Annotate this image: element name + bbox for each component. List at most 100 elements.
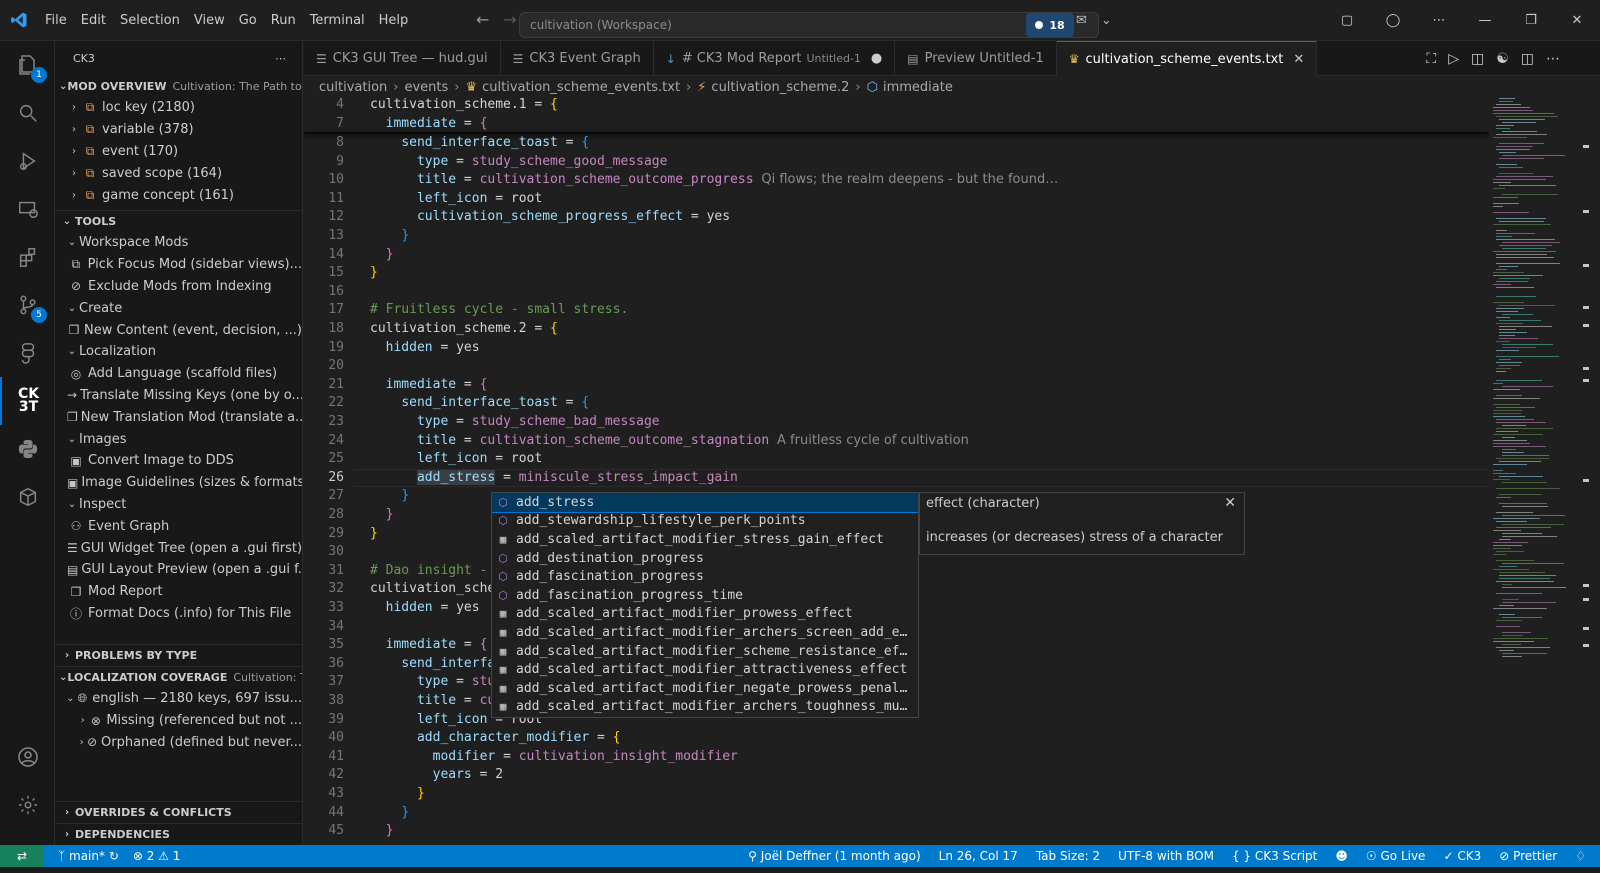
code-line[interactable]: 40 add_character_modifier = { <box>304 729 1489 748</box>
code-line[interactable]: 26 add_stress = miniscule_stress_impact_… <box>304 468 1489 488</box>
code-line[interactable]: 25 left_icon = root <box>304 450 1489 469</box>
tools-group[interactable]: ⌄ Create <box>55 297 302 319</box>
code-line[interactable]: 18 cultivation_scheme.2 = { <box>304 320 1489 339</box>
source-control-icon[interactable]: 5 <box>0 281 55 329</box>
prettier-status[interactable]: ⊘ Prettier <box>1499 849 1557 863</box>
minimap[interactable] <box>1489 98 1600 845</box>
language-mode[interactable]: { } CK3 Script <box>1232 849 1317 863</box>
code-line[interactable]: 12 cultivation_scheme_progress_effect = … <box>304 208 1489 227</box>
breadcrumb-item[interactable]: cultivation_scheme_events.txt <box>482 80 680 95</box>
problems-status[interactable]: ⊗ 2 ⚠ 1 <box>133 849 181 863</box>
tab-gui-tree[interactable]: ☰ CK3 GUI Tree — hud.gui <box>304 41 501 76</box>
copilot-badge[interactable]: 18 <box>1026 13 1074 37</box>
suggestion-item[interactable]: ▦ add_scaled_artifact_modifier_prowess_ef… <box>492 605 918 624</box>
loc-missing-row[interactable]: › ⊗ Missing (referenced but not ... <box>55 710 302 732</box>
remote-explorer-icon[interactable] <box>0 185 55 233</box>
menu-item-selection[interactable]: Selection <box>113 0 187 41</box>
more-actions-icon[interactable]: ⋯ <box>275 52 286 65</box>
tools-item[interactable]: ▤ GUI Layout Preview (open a .gui f... <box>55 559 302 581</box>
run-icon[interactable]: ▷ <box>1448 51 1459 67</box>
copilot-status-icon[interactable]: ☻ <box>1335 849 1348 863</box>
overrides-header[interactable]: › OVERRIDES & CONFLICTS <box>55 801 302 823</box>
code-line[interactable]: 8 send_interface_toast = { <box>304 134 1489 153</box>
restore-icon[interactable]: ❐ <box>1508 13 1554 28</box>
code-line[interactable]: 41 modifier = cultivation_insight_modifi… <box>304 748 1489 767</box>
suggestion-item[interactable]: ▦ add_scaled_artifact_modifier_negate_pro… <box>492 679 918 698</box>
code-line[interactable]: 22 send_interface_toast = { <box>304 394 1489 413</box>
python-icon[interactable] <box>0 425 55 473</box>
tools-item[interactable]: ⚇ Event Graph <box>55 515 302 537</box>
code-line[interactable]: 45 } <box>304 822 1489 841</box>
tools-group[interactable]: ⌄ Localization <box>55 341 302 363</box>
breadcrumb-item[interactable]: cultivation_scheme.2 <box>711 80 849 95</box>
suggestion-item[interactable]: ▦ add_scaled_artifact_modifier_archers_sc… <box>492 623 918 642</box>
more-icon[interactable]: ⋯ <box>1416 13 1462 28</box>
mod-overview-item[interactable]: › ⧉ event (170) <box>55 141 302 163</box>
tools-item[interactable]: ⧉ Pick Focus Mod (sidebar views)... <box>55 254 302 276</box>
tools-item[interactable]: ☰ GUI Widget Tree (open a .gui first) <box>55 537 302 559</box>
account-icon[interactable] <box>0 733 55 781</box>
tab-cultivation-scheme-events[interactable]: ♛ cultivation_scheme_events.txt ✕ <box>1056 41 1318 76</box>
chevron-down-icon[interactable]: ⌄ <box>1101 13 1112 28</box>
mod-overview-header[interactable]: ⌄ MOD OVERVIEW Cultivation: The Path to … <box>55 75 302 97</box>
menu-item-file[interactable]: File <box>38 0 74 41</box>
sticky-line[interactable]: 4 cultivation_scheme.1 = { <box>304 98 1489 115</box>
branch-status[interactable]: ᛉ main* ↻ <box>58 849 119 863</box>
menu-item-go[interactable]: Go <box>232 0 264 41</box>
back-arrow-icon[interactable]: ← <box>476 10 489 29</box>
suggestion-item[interactable]: ⬡ add_destination_progress <box>492 549 918 568</box>
code-line[interactable]: 13 } <box>304 227 1489 246</box>
code-line[interactable]: 24 title = cultivation_scheme_outcome_st… <box>304 432 1489 451</box>
forward-arrow-icon[interactable]: → <box>503 10 516 29</box>
focus-icon[interactable]: ⛶ <box>1426 51 1436 67</box>
loc-language-row[interactable]: ⌄ 🌐︎ english — 2180 keys, 697 issu... <box>55 688 302 710</box>
code-line[interactable]: 43 } <box>304 785 1489 804</box>
git-blame-status[interactable]: ⚲ Joël Deffner (1 month ago) <box>748 849 921 863</box>
breadcrumb-item[interactable]: cultivation <box>319 80 387 95</box>
mod-overview-item[interactable]: › ⧉ loc key (2180) <box>55 97 302 119</box>
dependencies-header[interactable]: › DEPENDENCIES <box>55 823 302 845</box>
code-line[interactable]: 44 } <box>304 804 1489 823</box>
tools-item[interactable]: ❐ New Translation Mod (translate a... <box>55 406 302 428</box>
figma-icon[interactable] <box>0 329 55 377</box>
hierarchy-icon[interactable]: ☯ <box>1496 51 1509 67</box>
cursor-position[interactable]: Ln 26, Col 17 <box>939 849 1018 863</box>
loc-orphaned-row[interactable]: › ⊘ Orphaned (defined but never... <box>55 732 302 754</box>
more-icon[interactable]: ⋯ <box>1546 51 1560 67</box>
code-line[interactable]: 42 years = 2 <box>304 766 1489 785</box>
tools-item[interactable]: ❐ New Content (event, decision, ...) <box>55 319 302 341</box>
tools-group[interactable]: ⌄ Workspace Mods <box>55 232 302 254</box>
globe-icon[interactable]: ◯ <box>1370 13 1416 28</box>
tools-item[interactable]: ◎ Add Language (scaffold files) <box>55 363 302 385</box>
code-line[interactable]: 20 <box>304 357 1489 376</box>
layout-toggle-icon[interactable]: ▢ <box>1324 13 1370 28</box>
code-line[interactable]: 11 left_icon = root <box>304 190 1489 209</box>
close-window-icon[interactable]: ✕ <box>1554 13 1600 28</box>
menu-item-run[interactable]: Run <box>264 0 303 41</box>
code-line[interactable]: 16 <box>304 283 1489 302</box>
menu-item-help[interactable]: Help <box>372 0 416 41</box>
tab-mod-report[interactable]: ↓ # CK3 Mod Report Untitled-1 ● <box>654 41 896 76</box>
containers-icon[interactable] <box>0 473 55 521</box>
command-center-search[interactable]: cultivation (Workspace) <box>519 12 1099 38</box>
suggestion-item[interactable]: ⬡ add_stress <box>492 493 918 513</box>
localization-coverage-header[interactable]: ⌄ LOCALIZATION COVERAGE Cultivation: Th.… <box>55 666 302 688</box>
suggestion-item[interactable]: ▦ add_scaled_artifact_modifier_scheme_res… <box>492 642 918 661</box>
run-debug-icon[interactable] <box>0 137 55 185</box>
tab-size[interactable]: Tab Size: 2 <box>1036 849 1100 863</box>
code-line[interactable]: 21 immediate = { <box>304 376 1489 395</box>
code-line[interactable]: 10 title = cultivation_scheme_outcome_pr… <box>304 171 1489 190</box>
minimize-icon[interactable]: — <box>1462 13 1508 28</box>
code-line[interactable]: 23 type = study_scheme_bad_message <box>304 413 1489 432</box>
split-preview-icon[interactable]: ◫ <box>1471 51 1484 67</box>
code-editor[interactable]: 4 cultivation_scheme.1 = {7 immediate = {… <box>304 98 1489 845</box>
mod-overview-item[interactable]: › ⧉ variable (378) <box>55 119 302 141</box>
explorer-icon[interactable]: 1 <box>0 41 55 89</box>
breadcrumb-item[interactable]: events <box>404 80 448 95</box>
mod-overview-item[interactable]: › ⧉ saved scope (164) <box>55 162 302 184</box>
split-editor-icon[interactable]: ◫ <box>1521 51 1534 67</box>
menu-item-terminal[interactable]: Terminal <box>303 0 372 41</box>
suggestion-item[interactable]: ⬡ add_fascination_progress <box>492 567 918 586</box>
suggestion-item[interactable]: ▦ add_scaled_artifact_modifier_archers_to… <box>492 698 918 717</box>
suggestion-item[interactable]: ▦ add_scaled_artifact_modifier_stress_gai… <box>492 530 918 549</box>
